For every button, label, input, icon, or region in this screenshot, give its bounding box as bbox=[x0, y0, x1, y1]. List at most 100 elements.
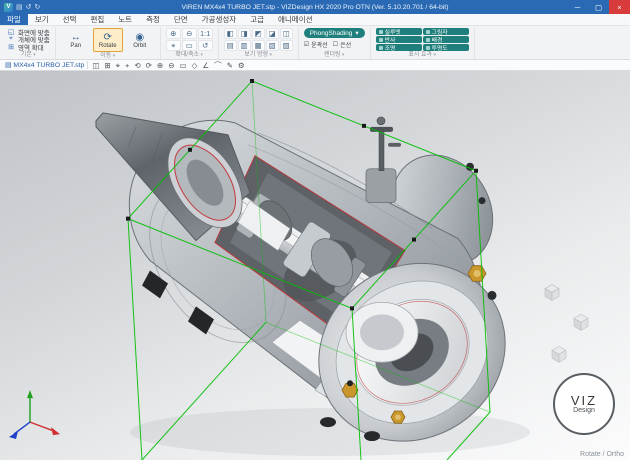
view-direction-button[interactable]: ◪ bbox=[266, 28, 279, 39]
axis-triad bbox=[9, 390, 60, 439]
group-caption[interactable]: 렌더링 bbox=[304, 51, 365, 59]
close-button[interactable]: × bbox=[609, 0, 630, 14]
effect-toggle-button[interactable]: 실루엣 bbox=[376, 28, 422, 35]
menu-tab[interactable]: 보기 bbox=[28, 14, 56, 25]
view-toolstrip: ▤ MX4x4 TURBO JET.stp ◫⊞ ⌖+⟲ ⟳⊕⊖ ▭◇∠⌒✎⚙ bbox=[0, 60, 630, 71]
viz-design-logo: VIZ Design bbox=[553, 373, 615, 435]
toolstrip-icon-button[interactable]: ◇ bbox=[191, 61, 199, 70]
quick-access-icon[interactable]: ▤ bbox=[16, 4, 23, 11]
zoom-tool-button[interactable]: ⌖ bbox=[166, 40, 181, 51]
model-3d[interactable] bbox=[96, 113, 539, 460]
quick-access-icon[interactable]: ↻ bbox=[35, 4, 41, 11]
ribbon-group-render: PhongShading ▾ ☑ 윤곽선 ☐ 은선 bbox=[299, 27, 371, 59]
document-name: MX4x4 TURBO JET.stp bbox=[13, 62, 84, 69]
menu-tab[interactable]: 단면 bbox=[167, 14, 195, 25]
ribbon-group-basic: ◱ 화면에 맞춤 ⌖ 개체에 맞춤 ⊞ 영역 확대 기본 bbox=[2, 27, 56, 59]
zoom-tool-button[interactable]: ↺ bbox=[198, 40, 213, 51]
effect-toggle-button[interactable]: 투명도 bbox=[423, 44, 469, 51]
effect-toggle-button[interactable]: 조명 bbox=[376, 44, 422, 51]
toolstrip-icon-button[interactable]: ⌖ bbox=[115, 61, 121, 70]
group-caption[interactable]: 기본 bbox=[7, 51, 50, 59]
effect-icon bbox=[379, 46, 383, 50]
toolstrip-icon-button[interactable]: ⊖ bbox=[167, 61, 175, 70]
checkbox-icon: ☐ bbox=[333, 41, 338, 48]
checkbox-icon: ☑ bbox=[304, 41, 309, 48]
group-caption[interactable]: 표시 효과 bbox=[376, 51, 469, 59]
toolstrip-icon-button[interactable]: + bbox=[124, 61, 130, 70]
fit-view-button[interactable]: ⊞ 영역 확대 bbox=[7, 43, 50, 51]
effect-toggle-button[interactable]: 반사 bbox=[376, 36, 422, 43]
ribbon-group-effects: 실루엣 그림자 반사 배경 bbox=[371, 27, 475, 59]
effect-toggle-button[interactable]: 배경 bbox=[423, 36, 469, 43]
zoom-tool-button[interactable]: 1:1 bbox=[198, 28, 213, 39]
group-caption[interactable]: 보기 방향 bbox=[224, 51, 293, 59]
group-caption[interactable]: 이동 bbox=[61, 52, 155, 60]
toolstrip-icon-button[interactable]: ⊞ bbox=[103, 61, 111, 70]
menu-tab[interactable]: 파일 bbox=[0, 14, 28, 25]
toolstrip-icon-button[interactable]: ⊕ bbox=[156, 61, 164, 70]
menubar: 파일 보기 선택 편집 노트 측정 단면 가공생성자 고급 애니메이션 bbox=[0, 14, 630, 26]
document-icon: ▤ bbox=[5, 61, 11, 69]
navigate-mode-label: Rotate bbox=[99, 43, 117, 49]
effect-icon bbox=[379, 38, 383, 42]
menu-tab[interactable]: 편집 bbox=[83, 14, 111, 25]
navigate-mode-label: Orbit bbox=[133, 43, 146, 49]
navigate-mode-icon: ⟳ bbox=[104, 32, 112, 43]
toolstrip-icon-button[interactable]: ⟲ bbox=[133, 61, 141, 70]
viewport-3d[interactable]: VIZ Design Rotate / Ortho bbox=[0, 71, 630, 460]
menu-tab[interactable]: 가공생성자 bbox=[195, 14, 244, 25]
navigate-mode-button[interactable]: ◉ Orbit bbox=[125, 28, 155, 52]
zoom-tool-button[interactable]: ▭ bbox=[182, 40, 197, 51]
app-logo-icon[interactable]: V bbox=[4, 3, 13, 12]
view-direction-button[interactable]: ◩ bbox=[252, 28, 265, 39]
view-direction-button[interactable]: ◧ bbox=[224, 28, 237, 39]
effect-icon bbox=[426, 38, 430, 42]
group-caption[interactable]: 확대/축소 bbox=[166, 51, 213, 59]
zoom-tool-button[interactable]: ⊕ bbox=[166, 28, 181, 39]
view-direction-button[interactable]: ▤ bbox=[224, 40, 237, 51]
window-title: VIREN MX4x4 TURBO JET.stp - VIZDesign HX… bbox=[0, 4, 630, 11]
zoom-tool-button[interactable]: ⊖ bbox=[182, 28, 197, 39]
effect-icon bbox=[426, 30, 430, 34]
view-direction-button[interactable]: ◫ bbox=[280, 28, 293, 39]
render-option-label: 은선 bbox=[340, 40, 351, 49]
toolstrip-icon-button[interactable]: ⟳ bbox=[145, 61, 153, 70]
separator bbox=[87, 61, 88, 69]
minimize-button[interactable]: ─ bbox=[567, 0, 588, 14]
render-option-checkbox[interactable]: ☑ 윤곽선 bbox=[304, 40, 328, 49]
quick-access-toolbar: V ▤↺↻ bbox=[0, 3, 40, 12]
viewport-3d-scene[interactable] bbox=[0, 71, 630, 460]
document-tab[interactable]: ▤ MX4x4 TURBO JET.stp bbox=[5, 61, 84, 69]
view-direction-button[interactable]: ▧ bbox=[266, 40, 279, 51]
titlebar[interactable]: V ▤↺↻ VIREN MX4x4 TURBO JET.stp - VIZDes… bbox=[0, 0, 630, 14]
window-controls: ─ ▢ × bbox=[567, 0, 630, 14]
view-direction-button[interactable]: ◨ bbox=[238, 28, 251, 39]
view-direction-button[interactable]: ▥ bbox=[238, 40, 251, 51]
maximize-button[interactable]: ▢ bbox=[588, 0, 609, 14]
view-direction-button[interactable]: ▦ bbox=[252, 40, 265, 51]
menu-tab[interactable]: 애니메이션 bbox=[271, 14, 320, 25]
navigate-mode-button[interactable]: ↔ Pan bbox=[61, 28, 91, 52]
logo-text-bottom: Design bbox=[573, 407, 595, 415]
toolstrip-icon-button[interactable]: ▭ bbox=[179, 61, 188, 70]
menu-tab[interactable]: 선택 bbox=[56, 14, 84, 25]
toolstrip-icon-button[interactable]: ∠ bbox=[201, 61, 210, 70]
render-mode-dropdown[interactable]: PhongShading ▾ bbox=[304, 28, 365, 38]
quick-access-icon[interactable]: ↺ bbox=[26, 4, 32, 11]
app-window: V ▤↺↻ VIREN MX4x4 TURBO JET.stp - VIZDes… bbox=[0, 0, 630, 460]
navigate-mode-label: Pan bbox=[70, 43, 81, 49]
fit-view-icon: ⊞ bbox=[7, 43, 15, 51]
toolstrip-icon-button[interactable]: ⌒ bbox=[213, 61, 223, 70]
toolstrip-icon-button[interactable]: ◫ bbox=[91, 61, 100, 70]
menu-tab[interactable]: 노트 bbox=[111, 14, 139, 25]
toolstrip-icon-button[interactable]: ✎ bbox=[226, 61, 234, 70]
effect-icon bbox=[379, 30, 383, 34]
navigate-mode-button[interactable]: ⟳ Rotate bbox=[93, 28, 123, 52]
menu-tab[interactable]: 고급 bbox=[243, 14, 271, 25]
top-valve bbox=[366, 117, 401, 203]
render-option-checkbox[interactable]: ☐ 은선 bbox=[333, 40, 351, 49]
view-direction-button[interactable]: ▨ bbox=[280, 40, 293, 51]
toolstrip-icon-button[interactable]: ⚙ bbox=[237, 61, 246, 70]
effect-toggle-button[interactable]: 그림자 bbox=[423, 28, 469, 35]
menu-tab[interactable]: 측정 bbox=[139, 14, 167, 25]
